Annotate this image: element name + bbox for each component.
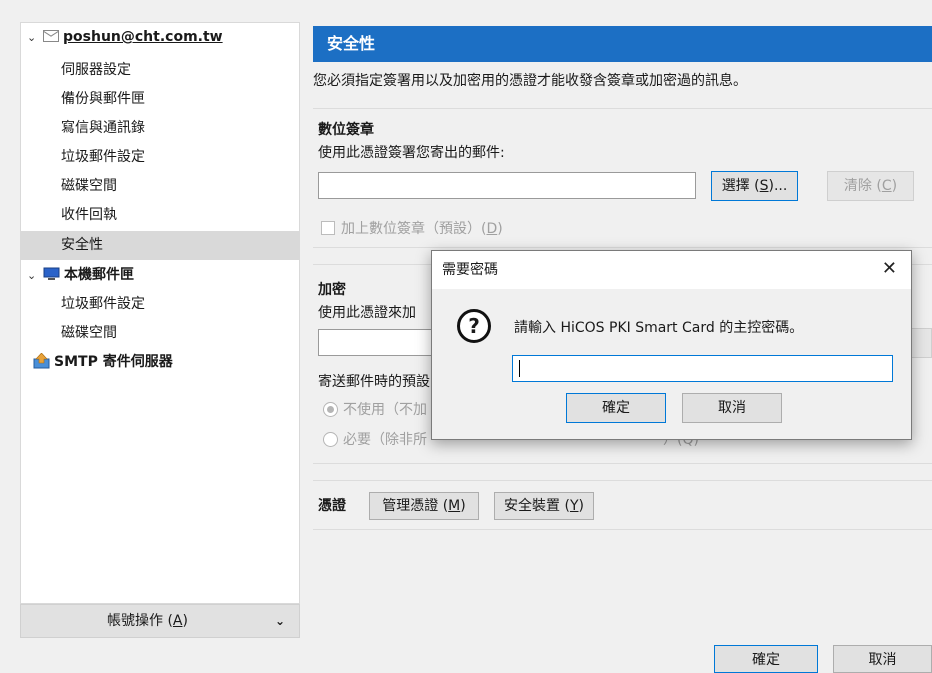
account-actions-button[interactable]: 帳號操作 (A) ⌄ — [20, 604, 300, 638]
account-email[interactable]: poshun@cht.com.tw — [63, 29, 223, 45]
encrypt-never-label: 不使用（不加 — [343, 402, 427, 418]
dialog-cancel-button[interactable]: 取消 — [682, 393, 782, 423]
certificates-title: 憑證 — [318, 498, 346, 514]
digital-signing-section: 數位簽章 使用此憑證簽署您寄出的郵件: 選擇 (S)... 清除 (C) 加上數… — [313, 108, 932, 248]
dialog-title-bar: 需要密碼 — [432, 251, 911, 289]
signing-cert-field[interactable] — [318, 172, 696, 199]
chevron-down-icon[interactable]: ⌄ — [27, 261, 39, 290]
signing-title: 數位簽章 — [318, 122, 374, 138]
security-intro-text: 您必須指定簽署用以及加密用的憑證才能收發含簽章或加密過的訊息。 — [313, 73, 747, 89]
password-dialog: 需要密碼 ✕ ? 請輸入 HiCOS PKI Smart Card 的主控密碼。… — [431, 250, 912, 440]
local-folders-label[interactable]: 本機郵件匣 — [64, 267, 134, 283]
dialog-message: 請輸入 HiCOS PKI Smart Card 的主控密碼。 — [514, 320, 804, 336]
account-tree: ⌄ poshun@cht.com.tw 伺服器設定 備份與郵件匣 寫信與通訊錄 垃… — [20, 22, 300, 604]
encrypt-required-radio[interactable] — [323, 432, 338, 447]
encrypt-never-radio[interactable] — [323, 402, 338, 417]
encrypt-required-label: 必要（除非所 — [343, 432, 427, 448]
signing-description: 使用此憑證簽署您寄出的郵件: — [318, 145, 505, 161]
settings-ok-button[interactable]: 確定 — [714, 645, 818, 673]
sidebar-item-disk-space[interactable]: 磁碟空間 — [21, 172, 299, 201]
default-encryption-label: 寄送郵件時的預設 — [318, 374, 430, 390]
close-icon[interactable]: ✕ — [882, 258, 897, 280]
dialog-title: 需要密碼 — [442, 262, 498, 278]
master-password-input[interactable] — [512, 355, 893, 382]
sidebar-item-local-junk-settings[interactable]: 垃圾郵件設定 — [21, 290, 299, 319]
manage-certificates-button[interactable]: 管理憑證 (M) — [369, 492, 479, 520]
tree-account-row[interactable]: ⌄ poshun@cht.com.tw — [21, 23, 299, 52]
page-title: 安全性 — [313, 26, 932, 62]
sidebar-item-server-settings[interactable]: 伺服器設定 — [21, 56, 299, 85]
certificates-section: 憑證 管理憑證 (M) 安全裝置 (Y) — [313, 480, 932, 530]
settings-cancel-button[interactable]: 取消 — [833, 645, 932, 673]
chevron-down-icon: ⌄ — [274, 614, 285, 628]
security-devices-button[interactable]: 安全裝置 (Y) — [494, 492, 594, 520]
sign-by-default-label: 加上數位簽章（預設）(D) — [341, 221, 503, 237]
outgoing-server-icon — [33, 353, 50, 369]
sidebar-item-local-disk-space[interactable]: 磁碟空間 — [21, 319, 299, 348]
tree-local-folders-row[interactable]: ⌄ 本機郵件匣 — [21, 261, 299, 290]
question-icon: ? — [457, 309, 491, 343]
text-caret — [519, 360, 520, 377]
mail-icon — [43, 30, 59, 42]
sidebar-item-return-receipts[interactable]: 收件回執 — [21, 201, 299, 230]
clear-cert-button[interactable]: 清除 (C) — [827, 171, 914, 201]
smtp-label[interactable]: SMTP 寄件伺服器 — [54, 354, 173, 370]
sidebar-item-security[interactable]: 安全性 — [21, 231, 299, 260]
computer-icon — [43, 267, 60, 280]
dialog-ok-button[interactable]: 確定 — [566, 393, 666, 423]
chevron-down-icon[interactable]: ⌄ — [27, 23, 39, 52]
account-actions-label: 帳號操作 (A) — [107, 613, 188, 629]
tree-smtp-row[interactable]: SMTP 寄件伺服器 — [21, 348, 299, 377]
select-cert-button[interactable]: 選擇 (S)... — [711, 171, 798, 201]
encryption-description: 使用此憑證來加 — [318, 305, 416, 321]
encryption-title: 加密 — [318, 282, 346, 298]
sign-by-default-checkbox[interactable] — [321, 221, 335, 235]
encryption-clear-button-edge[interactable] — [911, 328, 932, 358]
sidebar-item-copies-folders[interactable]: 備份與郵件匣 — [21, 85, 299, 114]
sidebar-item-junk-settings[interactable]: 垃圾郵件設定 — [21, 143, 299, 172]
sidebar-item-composition[interactable]: 寫信與通訊錄 — [21, 114, 299, 143]
